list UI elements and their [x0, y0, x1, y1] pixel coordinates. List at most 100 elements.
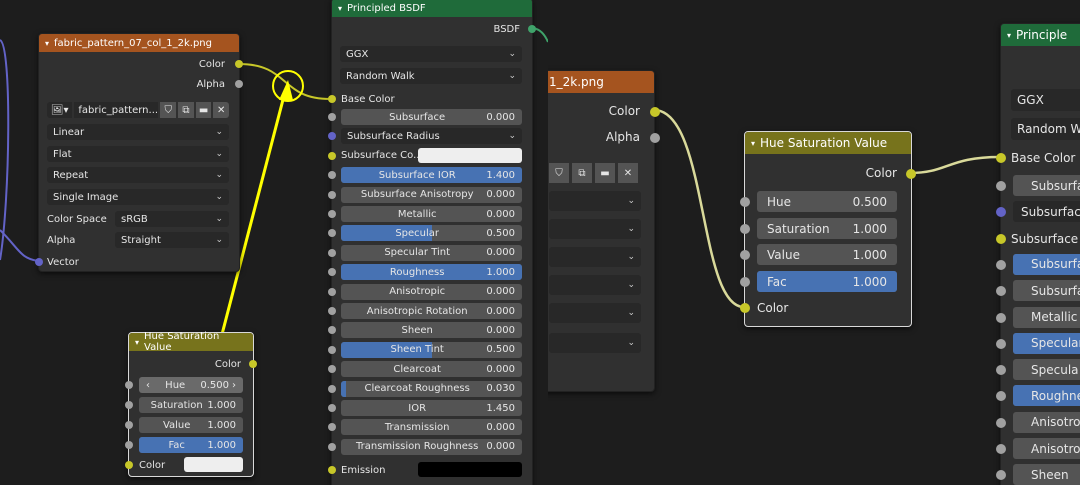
principled-bsdf-node-zoomed[interactable]: ▾ Principle GGX Random W Base Color Subs… [996, 23, 1080, 485]
distribution-dropdown-zoomed[interactable]: GGX [1011, 89, 1080, 111]
open-folder-icon[interactable]: ▬ [595, 163, 615, 183]
bsdf-input-field[interactable]: Transmission 0.000 [341, 419, 522, 436]
hsv-node-small[interactable]: ▾ Hue Saturation Value Color ‹ Hue 0.500… [125, 331, 257, 477]
bsdf-input-socket-zoomed[interactable] [996, 365, 1006, 376]
output-alpha-socket-zoomed[interactable] [650, 133, 660, 143]
bsdf-input-field[interactable]: Clearcoat 0.000 [341, 361, 522, 378]
emission-color-swatch[interactable] [418, 462, 522, 477]
alpha-mode-dropdown[interactable]: Straight ⌄ [115, 232, 229, 248]
collapse-chevron-icon[interactable]: ▾ [45, 39, 49, 48]
bsdf-input-field-zoomed[interactable]: Sheen [1013, 464, 1080, 485]
bsdf-input-field[interactable]: Sheen 0.000 [341, 322, 522, 339]
bsdf-input-field[interactable]: Subsurface IOR 1.400 [341, 167, 522, 184]
vector-input-socket[interactable] [35, 258, 43, 266]
bsdf-input-socket[interactable] [328, 229, 336, 238]
bsdf-input-socket-zoomed[interactable] [996, 417, 1006, 428]
bsdf-input-field-zoomed[interactable]: Subsurfa [1013, 253, 1080, 275]
bsdf-input-field-zoomed[interactable]: Metallic [1013, 306, 1080, 328]
bsdf-input-socket[interactable] [328, 442, 336, 451]
hsv-node-zoomed[interactable]: ▾ Hue Saturation Value Color Hue 0.500 S… [740, 131, 916, 327]
saturation-socket[interactable] [125, 401, 133, 409]
bsdf-input-socket[interactable] [328, 326, 336, 335]
hsv-output-color-socket[interactable] [249, 360, 257, 368]
collapse-chevron-icon[interactable]: ▾ [751, 139, 755, 148]
bsdf-input-socket[interactable] [328, 268, 336, 277]
bsdf-input-socket[interactable] [328, 345, 336, 354]
fake-user-shield-icon[interactable]: ⛉ [549, 163, 569, 183]
hue-field-zoomed[interactable]: Hue 0.500 [757, 191, 897, 212]
source-dropdown-zoomed[interactable]: ⌄ [549, 275, 641, 295]
bsdf-input-field[interactable]: Clearcoat Roughness 0.030 [341, 380, 522, 397]
bsdf-input-socket[interactable] [328, 307, 336, 315]
saturation-socket-zoomed[interactable] [740, 224, 750, 234]
bsdf-input-socket-zoomed[interactable] [996, 312, 1006, 323]
fac-socket-zoomed[interactable] [740, 277, 750, 287]
output-alpha-socket[interactable] [235, 80, 243, 88]
bsdf-input-field[interactable]: Metallic 0.000 [341, 206, 522, 222]
bsdf-input-socket[interactable] [328, 190, 336, 199]
bsdf-input-socket[interactable] [328, 210, 336, 218]
distribution-dropdown[interactable]: GGX ⌄ [340, 46, 522, 62]
hsv-color-swatch[interactable] [184, 457, 243, 472]
bsdf-output-socket[interactable] [528, 25, 536, 33]
bsdf-input-socket[interactable] [328, 404, 336, 412]
image-node-header[interactable]: ▾ fabric_pattern_07_col_1_2k.png [39, 34, 239, 52]
bsdf-input-socket[interactable] [328, 132, 336, 141]
chevron-right-icon[interactable]: › [232, 380, 236, 391]
bsdf-input-field[interactable]: Roughness 1.000 [341, 264, 522, 281]
alpha-mode-dropdown-zoomed[interactable]: ⌄ [549, 333, 641, 353]
bsdf-input-socket[interactable] [328, 171, 336, 180]
value-field[interactable]: Value 1.000 [139, 417, 243, 433]
fac-field[interactable]: Fac 1.000 [139, 437, 243, 453]
bsdf-input-field[interactable]: Anisotropic Rotation 0.000 [341, 303, 522, 319]
bsdf-input-socket[interactable] [328, 423, 336, 432]
left-node-editor[interactable]: ▾ fabric_pattern_07_col_1_2k.png Color A… [0, 0, 548, 485]
base-color-socket[interactable] [328, 95, 336, 103]
value-socket[interactable] [125, 421, 133, 429]
hsv-node-header-zoomed[interactable]: ▾ Hue Saturation Value [745, 132, 911, 154]
bsdf-input-field[interactable]: Anisotropic 0.000 [341, 283, 522, 300]
bsdf-input-socket[interactable] [328, 287, 336, 296]
duplicate-icon[interactable]: ⧉ [178, 102, 194, 118]
hue-socket-zoomed[interactable] [740, 197, 750, 207]
right-node-editor-zoomed[interactable]: 1_2k.png Color Alpha ⛉ ⧉ ▬ ✕ ⌄ ⌄ ⌄ ⌄ ⌄ ⌄… [548, 0, 1080, 485]
bsdf-input-field-zoomed[interactable]: Subsurfac [1013, 201, 1080, 223]
output-color-socket[interactable] [235, 60, 243, 68]
bsdf-input-socket-zoomed[interactable] [996, 259, 1006, 270]
bsdf-input-socket[interactable] [328, 365, 336, 374]
interpolation-dropdown[interactable]: Linear ⌄ [47, 124, 229, 140]
value-socket-zoomed[interactable] [740, 250, 750, 260]
source-dropdown[interactable]: Single Image ⌄ [47, 189, 229, 205]
bsdf-input-field-zoomed[interactable]: Subsurfa [1013, 280, 1080, 302]
color-space-dropdown-zoomed[interactable]: ⌄ [549, 303, 641, 323]
value-field-zoomed[interactable]: Value 1.000 [757, 244, 897, 265]
base-color-socket-zoomed[interactable] [996, 153, 1006, 163]
hue-field[interactable]: ‹ Hue 0.500 › [139, 377, 243, 393]
bsdf-input-socket-zoomed[interactable] [996, 207, 1006, 218]
principled-bsdf-node[interactable]: ▾ Principled BSDF BSDF GGX ⌄ Random Walk ⌄… [328, 0, 536, 485]
collapse-chevron-icon[interactable]: ▾ [338, 4, 342, 13]
saturation-field[interactable]: Saturation 1.000 [139, 397, 243, 413]
output-color-socket-zoomed[interactable] [650, 107, 660, 117]
bsdf-input-field-zoomed[interactable]: Specula [1013, 359, 1080, 381]
bsdf-input-socket-zoomed[interactable] [996, 338, 1006, 349]
bsdf-input-field-zoomed[interactable]: Subsurfa [1013, 175, 1080, 196]
hsv-color-input-socket[interactable] [125, 461, 133, 469]
image-texture-node-zoomed[interactable]: 1_2k.png Color Alpha ⛉ ⧉ ▬ ✕ ⌄ ⌄ ⌄ ⌄ ⌄ ⌄ [548, 70, 660, 392]
fake-user-shield-icon[interactable]: ⛉ [160, 102, 177, 118]
unlink-close-icon[interactable]: ✕ [213, 102, 229, 118]
bsdf-input-socket-zoomed[interactable] [996, 391, 1006, 402]
bsdf-input-socket-zoomed[interactable] [996, 181, 1006, 191]
hsv-output-color-socket-zoomed[interactable] [906, 169, 916, 179]
bsdf-input-socket[interactable] [328, 113, 336, 121]
collapse-chevron-icon[interactable]: ▾ [1007, 31, 1011, 40]
hsv-node-header[interactable]: ▾ Hue Saturation Value [129, 331, 253, 353]
open-folder-icon[interactable]: ▬ [195, 102, 212, 118]
bsdf-node-header-zoomed[interactable]: ▾ Principle [1001, 24, 1080, 46]
bsdf-input-field[interactable]: Subsurface Radius ⌄ [341, 128, 522, 145]
projection-dropdown[interactable]: Flat ⌄ [47, 146, 229, 162]
interpolation-dropdown-zoomed[interactable]: ⌄ [549, 191, 641, 211]
saturation-field-zoomed[interactable]: Saturation 1.000 [757, 218, 897, 239]
fac-field-zoomed[interactable]: Fac 1.000 [757, 271, 897, 292]
bsdf-input-field[interactable]: Specular Tint 0.000 [341, 244, 522, 261]
